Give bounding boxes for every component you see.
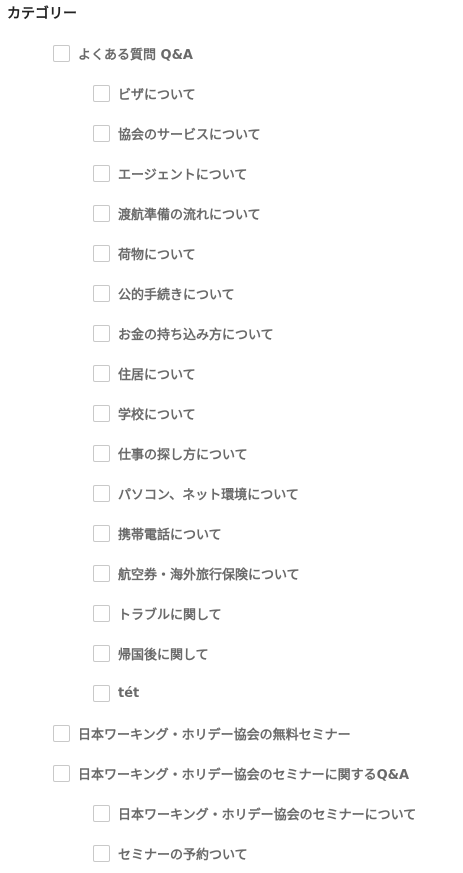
category-item[interactable]: 日本ワーキング・ホリデー協会のセミナーについて bbox=[0, 793, 463, 833]
category-item[interactable]: 携帯電話について bbox=[0, 513, 463, 553]
category-item[interactable]: よくある質問 Q&A bbox=[0, 33, 463, 73]
category-item[interactable]: 荷物について bbox=[0, 233, 463, 273]
category-item[interactable]: エージェントについて bbox=[0, 153, 463, 193]
category-checkbox[interactable] bbox=[93, 604, 110, 622]
category-checkbox[interactable] bbox=[53, 764, 70, 782]
category-checkbox[interactable] bbox=[93, 284, 110, 302]
category-label[interactable]: 渡航準備の流れについて bbox=[118, 204, 261, 223]
category-checkbox[interactable] bbox=[93, 404, 110, 422]
category-checkbox[interactable] bbox=[93, 844, 110, 862]
category-label[interactable]: よくある質問 Q&A bbox=[78, 44, 193, 63]
category-checkbox[interactable] bbox=[93, 644, 110, 662]
category-label[interactable]: 荷物について bbox=[118, 244, 196, 263]
category-item[interactable]: 公的手続きについて bbox=[0, 273, 463, 313]
category-checkbox[interactable] bbox=[53, 724, 70, 742]
category-item[interactable]: 協会のサービスについて bbox=[0, 113, 463, 153]
category-label[interactable]: 帰国後に関して bbox=[118, 644, 209, 663]
category-item[interactable]: 渡航準備の流れについて bbox=[0, 193, 463, 233]
category-checkbox[interactable] bbox=[93, 84, 110, 102]
category-label[interactable]: トラブルに関して bbox=[118, 604, 222, 623]
category-checkbox[interactable] bbox=[93, 204, 110, 222]
category-checkbox[interactable] bbox=[93, 164, 110, 182]
category-label[interactable]: ビザについて bbox=[118, 84, 196, 103]
category-label[interactable]: 住居について bbox=[118, 364, 196, 383]
category-checkbox[interactable] bbox=[93, 124, 110, 142]
category-item[interactable]: トラブルに関して bbox=[0, 593, 463, 633]
category-item[interactable]: セミナーの予約ついて bbox=[0, 833, 463, 873]
category-item[interactable]: ビザについて bbox=[0, 73, 463, 113]
category-checkbox[interactable] bbox=[93, 444, 110, 462]
category-item[interactable]: 仕事の探し方について bbox=[0, 433, 463, 473]
category-label[interactable]: 協会のサービスについて bbox=[118, 124, 261, 143]
category-checkbox[interactable] bbox=[93, 564, 110, 582]
category-item[interactable]: 日本ワーキング・ホリデー協会の無料セミナー bbox=[0, 713, 463, 753]
category-item[interactable]: 日本ワーキング・ホリデー協会のセミナーに関するQ&A bbox=[0, 753, 463, 793]
category-checkbox[interactable] bbox=[53, 44, 70, 62]
category-checkbox[interactable] bbox=[93, 324, 110, 342]
category-checkbox[interactable] bbox=[93, 484, 110, 502]
category-checkbox[interactable] bbox=[93, 684, 110, 702]
category-checkbox[interactable] bbox=[93, 244, 110, 262]
category-item[interactable]: 学校について bbox=[0, 393, 463, 433]
category-label[interactable]: セミナーの予約ついて bbox=[118, 844, 248, 863]
category-label[interactable]: 日本ワーキング・ホリデー協会のセミナーに関するQ&A bbox=[78, 764, 409, 783]
category-label[interactable]: 日本ワーキング・ホリデー協会のセミナーについて bbox=[118, 804, 416, 823]
category-label[interactable]: パソコン、ネット環境について bbox=[118, 484, 299, 503]
category-label[interactable]: 仕事の探し方について bbox=[118, 444, 248, 463]
category-item[interactable]: 航空券・海外旅行保険について bbox=[0, 553, 463, 593]
category-checkbox[interactable] bbox=[93, 364, 110, 382]
category-checkbox[interactable] bbox=[93, 804, 110, 822]
category-item[interactable]: パソコン、ネット環境について bbox=[0, 473, 463, 513]
category-checklist: よくある質問 Q&A ビザについて協会のサービスについて エージェントについて 渡航準… bbox=[0, 33, 463, 873]
category-checkbox[interactable] bbox=[93, 524, 110, 542]
category-label[interactable]: 航空券・海外旅行保険について bbox=[118, 564, 300, 583]
category-item[interactable]: 帰国後に関して bbox=[0, 633, 463, 673]
category-title: カテゴリー bbox=[7, 6, 77, 22]
category-label[interactable]: 公的手続きについて bbox=[118, 284, 235, 303]
category-label[interactable]: エージェントについて bbox=[118, 164, 247, 183]
category-item[interactable]: お金の持ち込み方について bbox=[0, 313, 463, 353]
category-item[interactable]: tét bbox=[0, 673, 463, 713]
category-label[interactable]: tét bbox=[118, 686, 139, 701]
category-label[interactable]: 学校について bbox=[118, 404, 196, 423]
category-label[interactable]: 携帯電話について bbox=[118, 524, 222, 543]
category-item[interactable]: 住居について bbox=[0, 353, 463, 393]
category-label[interactable]: お金の持ち込み方について bbox=[118, 324, 274, 343]
category-label[interactable]: 日本ワーキング・ホリデー協会の無料セミナー bbox=[78, 724, 351, 743]
